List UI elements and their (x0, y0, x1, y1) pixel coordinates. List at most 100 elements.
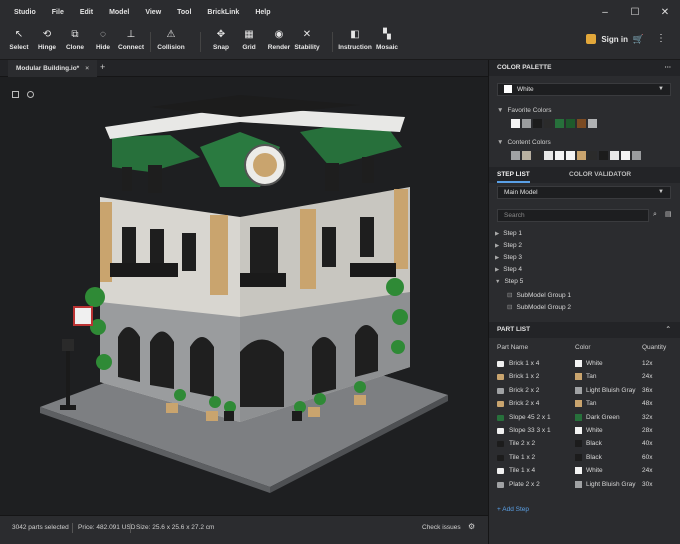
color-swatch[interactable] (555, 119, 564, 128)
brick-icon (497, 468, 504, 475)
color-swatch[interactable] (577, 119, 586, 128)
collision-icon: ⚠ (166, 29, 176, 40)
menu-tool[interactable]: Tool (169, 9, 199, 16)
search-icon[interactable]: ⌕ (653, 211, 657, 219)
menu-file[interactable]: File (44, 9, 72, 16)
menu-model[interactable]: Model (101, 9, 137, 16)
toolbar: ↖ Select ⟲ Hinge ⧉ Clone ◌ Hide ⊥ Connect ⚠ Collisi… (0, 24, 680, 60)
column-quantity[interactable]: Quantity (642, 344, 666, 351)
toolbar-divider (332, 32, 333, 52)
color-swatch[interactable] (555, 151, 564, 160)
step-item[interactable]: ▶ Step 1 (495, 230, 522, 237)
tool-label: Grid (242, 44, 256, 51)
content-colors-toggle[interactable]: ▼ Content Colors (497, 139, 551, 146)
brick-icon (497, 414, 504, 421)
step-item[interactable]: ▼ Step 5 (495, 278, 523, 285)
grid-tool-button[interactable]: ▦ Grid (232, 28, 266, 51)
expand-icon[interactable]: ▼ (495, 279, 500, 285)
step-search-input[interactable]: Search (497, 209, 649, 222)
color-swatch[interactable] (588, 119, 597, 128)
part-color-swatch (575, 480, 582, 488)
tab-color-validator[interactable]: COLOR VALIDATOR (569, 167, 631, 183)
close-window-button[interactable]: ✕ (650, 7, 680, 18)
menu-bricklink[interactable]: BrickLink (199, 9, 247, 16)
submodel-item[interactable]: ⊟ SubModel Group 2 (507, 303, 571, 311)
instruction-tool-button[interactable]: ◧ Instruction (338, 28, 372, 51)
part-name: Tile 1 x 2 (509, 453, 536, 461)
color-swatch[interactable] (566, 119, 575, 128)
color-swatch[interactable] (577, 151, 586, 160)
menu-view[interactable]: View (137, 9, 169, 16)
step-item[interactable]: ▶ Step 3 (495, 254, 522, 261)
part-row[interactable]: Brick 1 x 4 White 12x (489, 359, 680, 371)
expand-icon[interactable]: ▶ (495, 231, 499, 237)
column-color[interactable]: Color (575, 344, 591, 351)
part-row[interactable]: Brick 2 x 2 Light Bluish Gray 36x (489, 386, 680, 398)
part-row[interactable]: Slope 45 2 x 1 Dark Green 32x (489, 413, 680, 425)
list-view-icon[interactable]: ▤ (665, 210, 672, 218)
step-item[interactable]: ▶ Step 4 (495, 266, 522, 273)
more-options-icon[interactable]: ⋮ (656, 33, 666, 44)
part-color-name: Black (586, 453, 602, 461)
color-swatch[interactable] (533, 151, 542, 160)
add-tab-button[interactable]: + (100, 62, 105, 72)
model-select[interactable]: Main Model ▼ (497, 186, 671, 199)
part-list-title: PART LIST (497, 326, 531, 333)
color-swatch[interactable] (632, 151, 641, 160)
check-issues-button[interactable]: Check issues (422, 524, 461, 531)
color-swatch[interactable] (522, 119, 531, 128)
step-item[interactable]: ▶ Step 2 (495, 242, 522, 249)
3d-viewport[interactable] (0, 77, 488, 515)
sign-in-button[interactable]: Sign in (586, 34, 628, 44)
tab-close-icon[interactable]: × (85, 65, 89, 72)
favorite-colors-toggle[interactable]: ▼ Favorite Colors (497, 107, 552, 114)
color-swatch[interactable] (533, 119, 542, 128)
cart-icon[interactable]: 🛒 (633, 34, 644, 45)
favorite-swatches (511, 119, 597, 128)
part-row[interactable]: Slope 33 3 x 1 White 28x (489, 426, 680, 438)
model-name: Main Model (504, 189, 538, 196)
color-select[interactable]: White ▼ (497, 83, 671, 96)
part-row[interactable]: Plate 2 x 2 Light Bluish Gray 30x (489, 480, 680, 492)
part-row[interactable]: Brick 1 x 2 Tan 24x (489, 372, 680, 384)
stability-tool-button[interactable]: ✕ Stability (290, 28, 324, 51)
settings-icon[interactable]: ⚙ (468, 522, 475, 531)
collapse-icon[interactable]: ⌃ (666, 322, 671, 338)
part-row[interactable]: Tile 1 x 2 Black 60x (489, 453, 680, 465)
content-swatches (511, 151, 641, 160)
menu-edit[interactable]: Edit (72, 9, 101, 16)
palette-options-icon[interactable]: ⋯ (665, 60, 672, 76)
color-swatch[interactable] (599, 151, 608, 160)
part-row[interactable]: Brick 2 x 4 Tan 48x (489, 399, 680, 411)
part-row[interactable]: Tile 2 x 2 Black 40x (489, 439, 680, 451)
expand-icon[interactable]: ▶ (495, 255, 499, 261)
color-swatch[interactable] (511, 151, 520, 160)
mosaic-tool-button[interactable]: ▚ Mosaic (370, 28, 404, 51)
add-step-button[interactable]: + Add Step (497, 506, 529, 513)
part-row[interactable]: Tile 1 x 4 White 24x (489, 466, 680, 478)
collision-tool-button[interactable]: ⚠ Collision (154, 28, 188, 51)
expand-icon[interactable]: ▶ (495, 267, 499, 273)
part-quantity: 28x (642, 427, 653, 434)
maximize-button[interactable]: ☐ (620, 7, 650, 18)
part-list-columns: Part Name Color Quantity (489, 344, 680, 358)
tool-label: Mosaic (375, 44, 399, 51)
color-swatch[interactable] (544, 151, 553, 160)
color-swatch[interactable] (522, 151, 531, 160)
expand-icon[interactable]: ▶ (495, 243, 499, 249)
color-swatch[interactable] (511, 119, 520, 128)
part-quantity: 12x (642, 360, 653, 367)
color-swatch[interactable] (621, 151, 630, 160)
tab-step-list[interactable]: STEP LIST (497, 167, 530, 183)
color-swatch[interactable] (544, 119, 553, 128)
minimize-button[interactable]: – (590, 7, 620, 18)
column-part-name[interactable]: Part Name (497, 344, 528, 351)
submodel-item[interactable]: ⊟ SubModel Group 1 (507, 291, 571, 299)
tab-modular-building[interactable]: Modular Building.io* × (8, 60, 97, 77)
connect-tool-button[interactable]: ⊥ Connect (114, 28, 148, 51)
color-swatch[interactable] (588, 151, 597, 160)
color-swatch[interactable] (610, 151, 619, 160)
menu-studio[interactable]: Studio (6, 9, 44, 16)
color-swatch[interactable] (566, 151, 575, 160)
menu-help[interactable]: Help (247, 9, 278, 16)
